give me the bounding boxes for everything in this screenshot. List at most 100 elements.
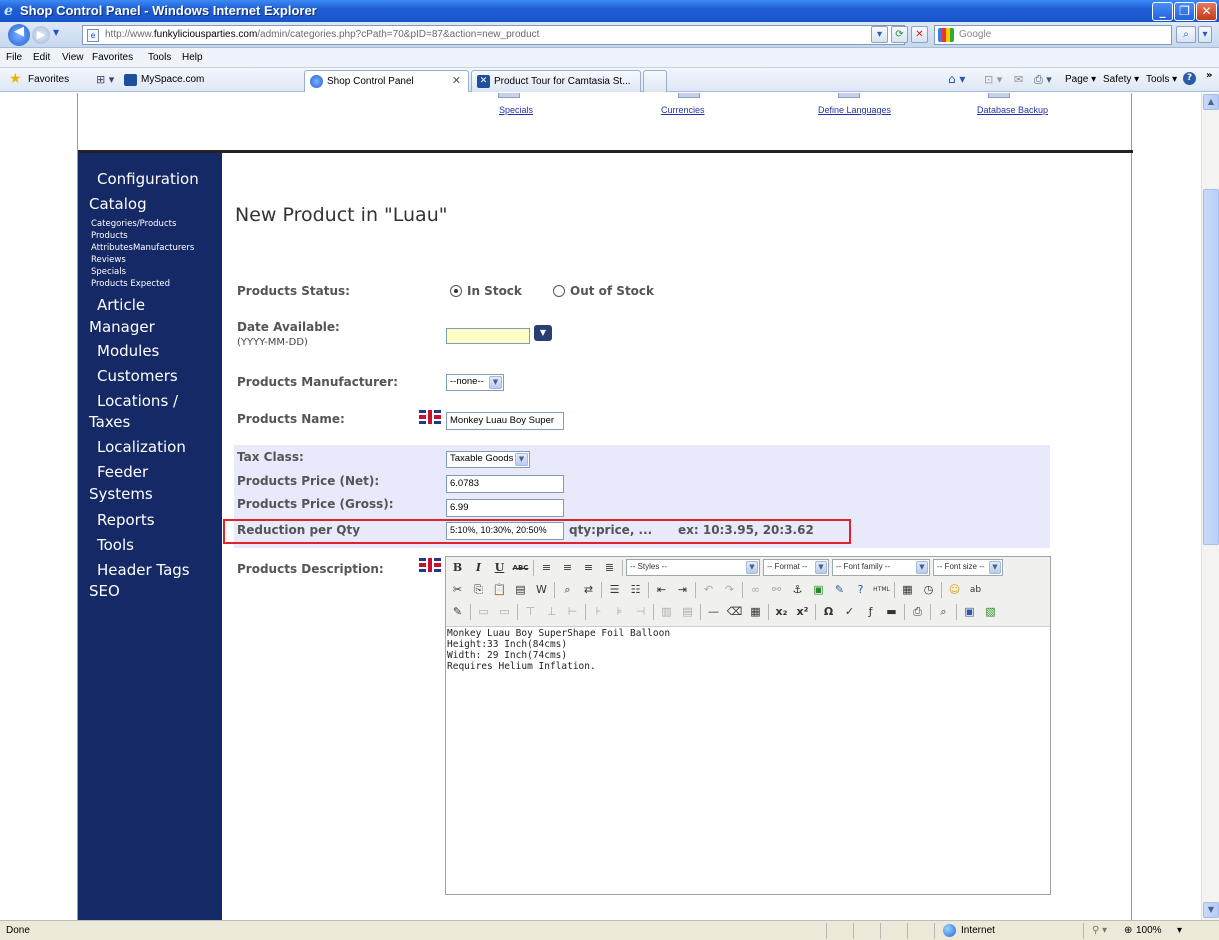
menu-view[interactable]: View (62, 52, 84, 63)
myspace-link[interactable]: MySpace.com (141, 74, 204, 85)
date-icon[interactable]: ▦ (898, 581, 917, 599)
link-currencies[interactable]: Currencies (661, 105, 705, 115)
stop-icon[interactable]: ✕ (911, 26, 928, 43)
menu-edit[interactable]: Edit (33, 52, 50, 63)
description-text[interactable]: Monkey Luau Boy SuperShape Foil Balloon … (447, 628, 1049, 672)
font-family-select[interactable]: -- Font family -- ▼ (832, 559, 930, 576)
insert-col-before-icon[interactable]: ⊦ (589, 603, 608, 621)
zoom-icon[interactable]: ⊕ (1124, 925, 1132, 936)
price-gross-input[interactable]: 6.99 (446, 499, 564, 517)
tools-menu[interactable]: Tools ▾ (1146, 74, 1177, 85)
tab-shop-control-panel[interactable]: Shop Control Panel ✕ (304, 70, 469, 92)
search-icon[interactable]: ⌕ (1176, 26, 1196, 43)
format-select[interactable]: -- Format -- ▼ (763, 559, 829, 576)
replace-icon[interactable]: ⇄ (579, 581, 598, 599)
find-icon[interactable]: ⌕ (558, 581, 577, 599)
preview-icon[interactable]: ⌕ (934, 603, 953, 621)
sidebar-item-customers[interactable]: Customers (97, 367, 178, 385)
align-right-icon[interactable]: ≡ (579, 559, 598, 577)
cleanup-icon[interactable]: ✎ (830, 581, 849, 599)
maximize-button[interactable]: ❐ (1174, 2, 1195, 21)
link-database-backup[interactable]: Database Backup (977, 105, 1048, 115)
strikethrough-icon[interactable]: ABC (511, 559, 530, 577)
zoom-dropdown-icon[interactable]: ▾ (1177, 925, 1182, 936)
outdent-icon[interactable]: ⇤ (652, 581, 671, 599)
back-button[interactable]: ◀ (8, 24, 30, 46)
sidebar-item-seo[interactable]: SEO (89, 582, 120, 600)
refresh-icon[interactable]: ⟳ (891, 26, 908, 43)
horizontal-rule-icon[interactable]: — (704, 603, 723, 621)
reduction-input[interactable]: 5:10%, 10:30%, 20:50% (446, 522, 564, 540)
align-center-icon[interactable]: ≡ (558, 559, 577, 577)
link-define-languages[interactable]: Define Languages (818, 105, 891, 115)
link-specials[interactable]: Specials (499, 105, 533, 115)
forward-button[interactable]: ▶ (32, 26, 50, 44)
search-input[interactable]: Google (934, 25, 1172, 45)
history-dropdown-icon[interactable]: ▼ (53, 28, 59, 37)
subscript-icon[interactable]: x₂ (772, 603, 791, 621)
address-input[interactable]: e http://www.funkyliciousparties.com/adm… (82, 25, 905, 45)
spell-icon[interactable]: ✓ (840, 603, 859, 621)
time-icon[interactable]: ◷ (919, 581, 938, 599)
menu-tools[interactable]: Tools (148, 52, 171, 63)
menu-file[interactable]: File (6, 52, 22, 63)
link-icon[interactable]: ∞ (746, 581, 765, 599)
unlink-icon[interactable]: ⚯ (767, 581, 786, 599)
calendar-icon[interactable]: ▼ (534, 325, 552, 341)
flash-icon[interactable]: ƒ (861, 603, 880, 621)
split-cells-icon[interactable]: ▥ (657, 603, 676, 621)
copy-icon[interactable]: ⎘ (469, 581, 488, 599)
paste-text-icon[interactable]: ▤ (511, 581, 530, 599)
spellcheck-icon[interactable]: ab (966, 581, 985, 599)
close-button[interactable]: ✕ (1196, 2, 1217, 21)
insert-row-before-icon[interactable]: ⊤ (521, 603, 540, 621)
manufacturer-select[interactable]: --none-- ▼ (446, 374, 504, 391)
protected-mode-icon[interactable]: ⚲ ▾ (1092, 925, 1107, 936)
scroll-up-icon[interactable]: ▲ (1203, 94, 1219, 110)
template-icon[interactable]: ▧ (981, 603, 1000, 621)
hr-insert-icon[interactable]: ▬ (882, 603, 901, 621)
quick-tabs-icon[interactable]: ⊞ ▾ (96, 73, 114, 86)
sidebar-item-modules[interactable]: Modules (97, 342, 159, 360)
sidebar-item-feeder[interactable]: Feeder (97, 463, 148, 481)
sidebar-item-reports[interactable]: Reports (97, 511, 155, 529)
mail-icon[interactable]: ✉ (1014, 73, 1023, 86)
description-editor[interactable]: B I U ABC ≡ ≡ ≡ ≣ -- Styles -- ▼ -- Format -- ▼ -- F… (445, 556, 1051, 895)
print-icon[interactable]: ⎙ ▾ (1034, 73, 1052, 87)
sidebar-item-localization[interactable]: Localization (97, 438, 186, 456)
tab-camtasia[interactable]: ✕ Product Tour for Camtasia St... (471, 70, 641, 92)
image-icon[interactable]: ▣ (809, 581, 828, 599)
print-icon[interactable]: ⎙ (908, 603, 927, 621)
remove-format-icon[interactable]: ⌫ (725, 603, 744, 621)
insert-table-icon[interactable]: ▦ (746, 603, 765, 621)
date-available-input[interactable] (446, 328, 530, 344)
radio-in-stock[interactable] (450, 285, 462, 297)
sidebar-item-configuration[interactable]: Configuration (97, 170, 199, 188)
undo-icon[interactable]: ↶ (699, 581, 718, 599)
merge-cells-icon[interactable]: ▤ (678, 603, 697, 621)
sidebar-item-article[interactable]: Article (97, 296, 145, 314)
menu-favorites[interactable]: Favorites (92, 52, 133, 63)
radio-out-of-stock[interactable] (553, 285, 565, 297)
cut-icon[interactable]: ✂ (448, 581, 467, 599)
sidebar-item-locations[interactable]: Locations / (97, 392, 178, 410)
sidebar-link-reviews[interactable]: Reviews (91, 255, 126, 265)
indent-icon[interactable]: ⇥ (673, 581, 692, 599)
page-menu[interactable]: Page ▾ (1065, 74, 1096, 85)
safety-menu[interactable]: Safety ▾ (1103, 74, 1139, 85)
align-justify-icon[interactable]: ≣ (600, 559, 619, 577)
superscript-icon[interactable]: x² (793, 603, 812, 621)
price-net-input[interactable]: 6.0783 (446, 475, 564, 493)
home-icon[interactable]: ⌂ ▾ (948, 72, 965, 86)
sidebar-item-article-manager[interactable]: Manager (89, 318, 155, 336)
address-dropdown-button[interactable]: ▾ (871, 26, 888, 43)
sidebar-item-tools[interactable]: Tools (97, 536, 134, 554)
table-row-props-icon[interactable]: ▭ (474, 603, 493, 621)
sidebar-link-products[interactable]: Products (91, 231, 128, 241)
font-size-select[interactable]: -- Font size -- ▼ (933, 559, 1003, 576)
styles-select[interactable]: -- Styles -- ▼ (626, 559, 760, 576)
help-icon[interactable]: ? (1183, 72, 1196, 85)
sidebar-item-header-tags[interactable]: Header Tags (97, 561, 190, 579)
sidebar-link-attributes-manufacturers[interactable]: AttributesManufacturers (91, 243, 194, 253)
vertical-scrollbar[interactable]: ▲ ▼ (1201, 93, 1219, 920)
